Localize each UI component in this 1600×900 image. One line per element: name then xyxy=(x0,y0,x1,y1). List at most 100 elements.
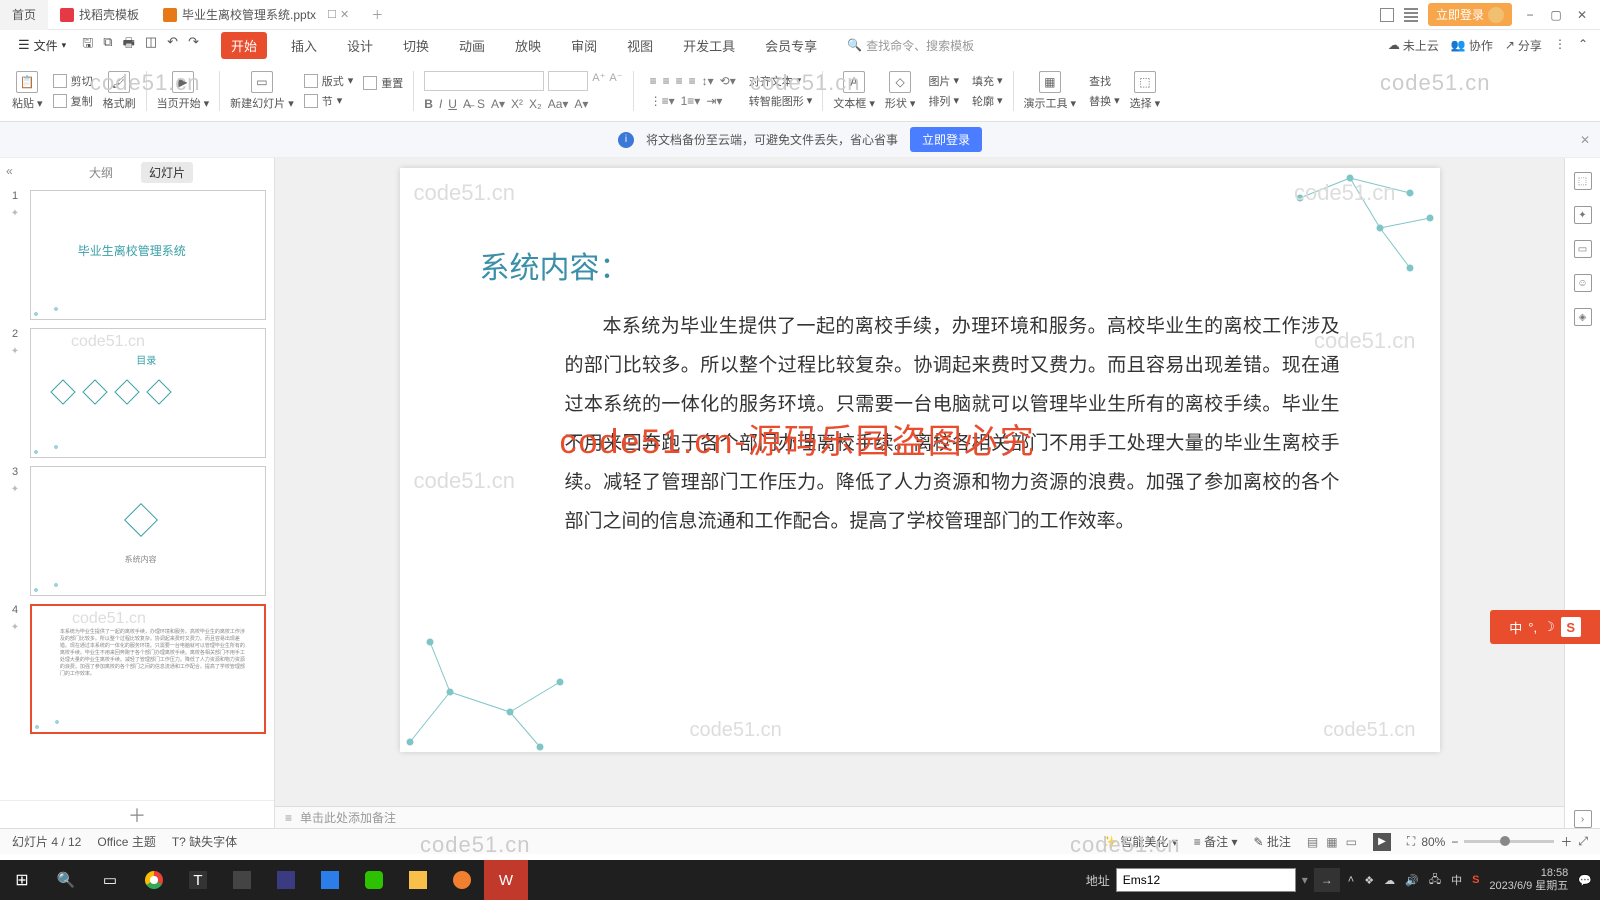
address-input[interactable] xyxy=(1116,868,1296,892)
numbering-icon[interactable]: 1≡▾ xyxy=(681,94,701,108)
menu-tab-transition[interactable]: 切换 xyxy=(397,32,435,59)
format-painter-button[interactable]: 🖌格式刷 xyxy=(103,71,136,111)
app-explorer[interactable] xyxy=(396,860,440,900)
from-current-button[interactable]: ▶当页开始 ▾ xyxy=(157,71,210,111)
show-tools-button[interactable]: ▦演示工具 ▾ xyxy=(1024,71,1077,111)
rail-skin-icon[interactable]: ◈ xyxy=(1574,308,1592,326)
app-t[interactable]: T xyxy=(176,860,220,900)
tray-volume-icon[interactable]: 🔊 xyxy=(1405,874,1419,887)
banner-login-button[interactable]: 立即登录 xyxy=(910,127,982,152)
fit-icon[interactable]: ⛶ xyxy=(1407,834,1415,849)
rail-settings-icon[interactable]: ⬚ xyxy=(1574,172,1592,190)
close-tab-icon[interactable]: ☐ ✕ xyxy=(327,8,349,21)
shape-button[interactable]: ◇形状 ▾ xyxy=(885,71,916,111)
notes-pane[interactable]: ≡ 单击此处添加备注 xyxy=(275,806,1564,828)
new-slide-button[interactable]: ▭新建幻灯片 ▾ xyxy=(230,71,294,111)
strikethrough-icon[interactable]: A̶ xyxy=(463,97,471,111)
fullscreen-icon[interactable]: ⤢ xyxy=(1578,834,1588,849)
tray-network-icon[interactable]: 🖧 xyxy=(1429,871,1441,890)
tray-icon[interactable]: ☁ xyxy=(1384,874,1395,887)
menu-tab-devtools[interactable]: 开发工具 xyxy=(677,32,741,59)
cut-button[interactable]: 剪切 xyxy=(53,73,93,89)
slides-view-tab[interactable]: 幻灯片 xyxy=(141,162,193,183)
font-size-select[interactable] xyxy=(548,71,588,91)
share-button[interactable]: ↗分享 xyxy=(1505,37,1542,54)
normal-view-icon[interactable]: ▤ xyxy=(1307,835,1318,849)
tray-sogou-icon[interactable]: S xyxy=(1472,874,1479,886)
apps-icon[interactable] xyxy=(1404,8,1418,22)
banner-close-icon[interactable]: ✕ xyxy=(1580,133,1590,147)
address-go-button[interactable]: → xyxy=(1314,868,1340,892)
select-button[interactable]: ⬚选择 ▾ xyxy=(1130,71,1161,111)
bullets-icon[interactable]: ⋮≡▾ xyxy=(650,94,675,108)
align-justify-icon[interactable]: ≡ xyxy=(689,74,696,88)
rail-ai-icon[interactable]: ☺ xyxy=(1574,274,1592,292)
menu-tab-view[interactable]: 视图 xyxy=(621,32,659,59)
print-preview-icon[interactable]: ⧉ xyxy=(103,34,112,56)
new-tab-button[interactable]: ＋ xyxy=(361,0,393,30)
layout-button[interactable]: 版式 ▾ xyxy=(304,73,354,89)
tab-home[interactable]: 首页 xyxy=(0,0,48,30)
slide-canvas[interactable]: code51.cn code51.cn code51.cn code51.cn … xyxy=(400,168,1440,752)
align-text-button[interactable]: 对齐文本 ▾ xyxy=(746,73,813,89)
line-spacing-icon[interactable]: ↕▾ xyxy=(702,74,714,88)
comments-toggle[interactable]: ✎ 批注 xyxy=(1253,833,1290,850)
paste-button[interactable]: 📋粘贴 ▾ xyxy=(12,71,43,111)
tray-chevron-icon[interactable]: ˄ xyxy=(1348,874,1354,886)
outline-view-tab[interactable]: 大纲 xyxy=(81,162,121,183)
slide-thumbnail-4[interactable]: code51.cn 本系统为毕业生提供了一起的离校手续，办理环境和服务。高校毕业… xyxy=(30,604,266,734)
arrange-button[interactable]: 排列 ▾ xyxy=(925,93,959,109)
shadow-icon[interactable]: S xyxy=(477,97,485,111)
close-window-icon[interactable]: ✕ xyxy=(1574,8,1590,22)
collaboration-button[interactable]: 👥协作 xyxy=(1451,37,1493,54)
rail-collapse-icon[interactable]: › xyxy=(1574,810,1592,828)
zoom-out-icon[interactable]: − xyxy=(1451,835,1458,849)
align-center-icon[interactable]: ≡ xyxy=(663,74,670,88)
rail-resource-icon[interactable]: ▭ xyxy=(1574,240,1592,258)
add-slide-button[interactable]: ＋ xyxy=(0,800,274,828)
increase-font-icon[interactable]: A⁺ xyxy=(592,71,605,91)
smart-shape-button[interactable]: 转智能图形 ▾ xyxy=(746,93,813,109)
notifications-icon[interactable]: 💬 xyxy=(1578,874,1592,887)
menu-tab-slideshow[interactable]: 放映 xyxy=(509,32,547,59)
notes-toggle-icon[interactable]: ≡ xyxy=(285,811,292,825)
chrome-app[interactable] xyxy=(132,860,176,900)
image-button[interactable]: 图片 ▾ xyxy=(925,73,959,89)
app-todesk[interactable] xyxy=(308,860,352,900)
sorter-view-icon[interactable]: ▦ xyxy=(1326,835,1337,849)
menu-tab-animation[interactable]: 动画 xyxy=(453,32,491,59)
app-wps[interactable]: W xyxy=(484,860,528,900)
menu-tab-design[interactable]: 设计 xyxy=(341,32,379,59)
change-case-icon[interactable]: Aa▾ xyxy=(548,97,569,111)
reset-button[interactable]: 重置 xyxy=(363,75,403,91)
text-direction-icon[interactable]: ⟲▾ xyxy=(720,74,736,88)
redo-icon[interactable]: ↷ xyxy=(188,34,199,56)
notes-placeholder[interactable]: 单击此处添加备注 xyxy=(300,809,396,826)
start-button[interactable]: ⊞ xyxy=(0,860,44,900)
section-button[interactable]: 节 ▾ xyxy=(304,93,354,109)
find-button[interactable]: 查找 xyxy=(1086,73,1120,89)
command-search[interactable]: 🔍查找命令、搜索模板 xyxy=(847,37,974,54)
fill-button[interactable]: 填充 ▾ xyxy=(969,73,1003,89)
textbox-button[interactable]: A文本框 ▾ xyxy=(833,71,875,111)
collapse-ribbon-icon[interactable]: ⌃ xyxy=(1578,37,1588,54)
save-icon[interactable]: 🖫 xyxy=(82,34,93,56)
outline-button[interactable]: 轮廓 ▾ xyxy=(969,93,1003,109)
bold-icon[interactable]: B xyxy=(424,97,433,111)
slide-thumbnail-2[interactable]: code51.cn 目录 xyxy=(30,328,266,458)
font-name-select[interactable] xyxy=(424,71,544,91)
app-wechat[interactable] xyxy=(352,860,396,900)
tray-icon[interactable]: ❖ xyxy=(1364,874,1374,887)
menu-tab-start[interactable]: 开始 xyxy=(221,32,267,59)
task-view-button[interactable]: ▭ xyxy=(88,860,132,900)
menu-tab-member[interactable]: 会员专享 xyxy=(759,32,823,59)
clock[interactable]: 18:58 2023/6/9 星期五 xyxy=(1489,867,1568,893)
replace-button[interactable]: 替换 ▾ xyxy=(1086,93,1120,109)
align-right-icon[interactable]: ≡ xyxy=(676,74,683,88)
slide-body-text[interactable]: 本系统为毕业生提供了一起的离校手续，办理环境和服务。高校毕业生的离校工作涉及的部… xyxy=(565,308,1340,542)
missing-fonts[interactable]: T? 缺失字体 xyxy=(172,833,237,850)
rail-design-icon[interactable]: ✦ xyxy=(1574,206,1592,224)
italic-icon[interactable]: I xyxy=(439,97,442,111)
thumbnail-list[interactable]: 1✦ 毕业生离校管理系统 2✦ code51.cn 目录 3✦ xyxy=(0,186,274,800)
app-orange[interactable] xyxy=(440,860,484,900)
